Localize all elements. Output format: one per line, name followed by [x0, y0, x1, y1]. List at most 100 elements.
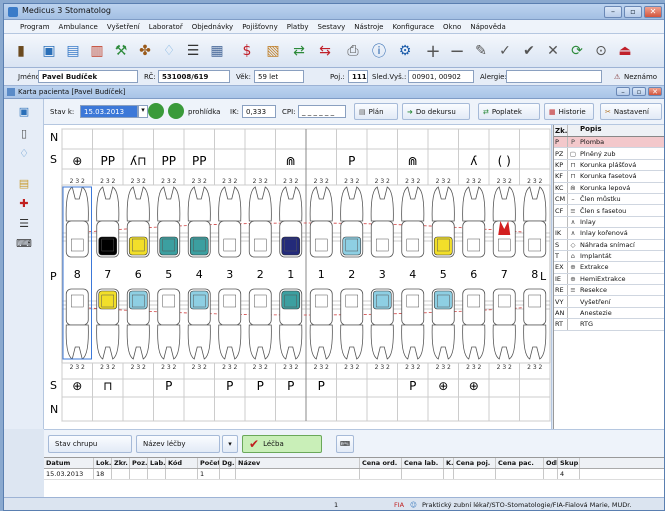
grid-header-cell[interactable]: Dg.: [220, 458, 236, 468]
list-icon[interactable]: ☰: [182, 40, 204, 62]
check-all-icon[interactable]: ✔: [518, 40, 540, 62]
grid-header-cell[interactable]: Odb.: [544, 458, 558, 468]
chart-icon[interactable]: ▥: [86, 40, 108, 62]
grid-header-cell[interactable]: Název: [236, 458, 360, 468]
exit-icon[interactable]: ⏏: [614, 40, 636, 62]
plus-red-icon[interactable]: ✚: [16, 195, 32, 211]
date-dropdown-icon[interactable]: ▾: [138, 105, 148, 118]
lines-icon[interactable]: ☰: [16, 215, 32, 231]
legend-row[interactable]: RE ≡ Resekce: [554, 285, 664, 297]
menu-okno[interactable]: Okno: [443, 23, 461, 31]
menu-objednavky[interactable]: Objednávky: [192, 23, 233, 31]
card-view-icon[interactable]: ▣: [16, 103, 32, 119]
nazev-lecby-button[interactable]: Název léčby: [136, 435, 220, 453]
legend-row[interactable]: IE ⊕ HemiExtrakce: [554, 273, 664, 286]
grid-header-cell[interactable]: Zkr.: [112, 458, 130, 468]
page-icon[interactable]: ▯: [16, 125, 32, 141]
nastaveni-button[interactable]: ✂ Nastavení: [600, 103, 662, 120]
card-close-button[interactable]: ✕: [648, 87, 662, 96]
grid-header-cell[interactable]: Datum: [44, 458, 94, 468]
legend-row[interactable]: EX ⊕ Extrakce: [554, 262, 664, 274]
grid-header-cell[interactable]: Počet: [198, 458, 220, 468]
maximize-button[interactable]: ▫: [624, 6, 642, 18]
settings-icon[interactable]: ⚙: [394, 40, 416, 62]
lecba-button[interactable]: ✔ Léčba: [242, 435, 322, 453]
cpi-field[interactable]: _ _ _ _ _ _: [298, 105, 346, 118]
legend-row[interactable]: AN Anestezie: [554, 307, 664, 320]
legend-row[interactable]: CM – Člen můstku: [554, 193, 664, 206]
invoice-icon[interactable]: $: [236, 40, 258, 62]
grid-header-cell[interactable]: Skup.: [558, 458, 580, 468]
books-icon[interactable]: ▮: [10, 40, 32, 62]
legend-row[interactable]: S ◇ Náhrada snímací: [554, 239, 664, 251]
legend-row[interactable]: T ⌂ Implantát: [554, 250, 664, 263]
report-icon[interactable]: ▧: [262, 40, 284, 62]
do-dekursu-button[interactable]: ➜ Do dekursu: [402, 103, 470, 120]
tooth-view-icon[interactable]: ♢: [16, 145, 32, 161]
green-circle-1-icon[interactable]: [148, 103, 164, 119]
grid-header-cell[interactable]: Cena lab.: [402, 458, 444, 468]
tooth-icon[interactable]: ♢: [158, 40, 180, 62]
close-button[interactable]: ✕: [644, 6, 662, 18]
dental-chart[interactable]: N S S N P L ⊕ PP ʎ⊓ PP PP ⋒ P ⋒ ʎ( ) ⊕ ⊓ P P P P P P ⊕ ⊕ 2 3 22 3…: [44, 125, 552, 429]
print-icon[interactable]: ⎙: [342, 40, 364, 62]
refresh-icon[interactable]: ⟳: [566, 40, 588, 62]
stav-chrupu-button[interactable]: Stav chrupu: [48, 435, 132, 453]
patient-name-field[interactable]: Pavel Budíček: [38, 70, 138, 83]
green-circle-2-icon[interactable]: [168, 103, 184, 119]
menu-napoveda[interactable]: Nápověda: [470, 23, 505, 31]
menu-vysetreni[interactable]: Vyšetření: [107, 23, 140, 31]
legend-row[interactable]: VY Vyšetření: [554, 296, 664, 308]
tools-icon[interactable]: ⚒: [110, 40, 132, 62]
rc-field[interactable]: 531008/619: [158, 70, 230, 83]
legend-row[interactable]: P P Plomba: [554, 137, 664, 149]
legend-row[interactable]: RT RTG: [554, 319, 664, 331]
historie-button[interactable]: ▦ Historie: [544, 103, 594, 120]
edit-icon[interactable]: ✎: [470, 40, 492, 62]
menu-laborator[interactable]: Laboratoř: [149, 23, 183, 31]
transfer-icon[interactable]: ⇄: [288, 40, 310, 62]
plan-button[interactable]: ▤ Plán: [354, 103, 398, 120]
grid-header-cell[interactable]: Cena pac.: [496, 458, 544, 468]
keyboard-icon[interactable]: ⌨: [16, 235, 32, 251]
document-icon[interactable]: ▤: [62, 40, 84, 62]
menu-nastroje[interactable]: Nástroje: [354, 23, 383, 31]
grid-header-cell[interactable]: Lok.: [94, 458, 112, 468]
info-icon[interactable]: ⓘ: [368, 40, 390, 62]
card-minimize-button[interactable]: –: [616, 87, 630, 96]
table-row[interactable]: 15.03.2013 18 1 4: [44, 469, 664, 480]
legend-row[interactable]: KC ⋒ Korunka lepová: [554, 182, 664, 194]
menu-pojistovny[interactable]: Pojišťovny: [242, 23, 278, 31]
grid-header-cell[interactable]: Lab.: [148, 458, 166, 468]
insurer-field[interactable]: 111: [348, 70, 368, 83]
poplatek-button[interactable]: ⇄ Poplatek: [478, 103, 540, 120]
menu-platby[interactable]: Platby: [287, 23, 309, 31]
menu-ambulance[interactable]: Ambulance: [59, 23, 98, 31]
grid-icon[interactable]: ▦: [206, 40, 228, 62]
legend-row[interactable]: PZ ▢ Plněný zub: [554, 148, 664, 160]
menu-sestavy[interactable]: Sestavy: [318, 23, 346, 31]
card-restore-button[interactable]: ▫: [632, 87, 646, 96]
lecba-dropdown-icon[interactable]: ▾: [222, 435, 238, 453]
legend-row[interactable]: ∧ Inlay: [554, 216, 664, 229]
card-icon[interactable]: ▣: [38, 40, 60, 62]
grid-header-cell[interactable]: Cena poj.: [454, 458, 496, 468]
grid-header-cell[interactable]: K.: [444, 458, 454, 468]
legend-row[interactable]: KF ⊓ Korunka fasetová: [554, 171, 664, 183]
transfer-red-icon[interactable]: ⇆: [314, 40, 336, 62]
grid-header-cell[interactable]: Cena ord.: [360, 458, 402, 468]
remove-icon[interactable]: −: [446, 40, 468, 62]
legend-row[interactable]: CF ≡ Člen s fasetou: [554, 205, 664, 217]
minimize-button[interactable]: –: [604, 6, 622, 18]
legend-row[interactable]: IK ∧ Inlay kořenová: [554, 228, 664, 240]
cancel-icon[interactable]: ✕: [542, 40, 564, 62]
menu-konfigurace[interactable]: Konfigurace: [392, 23, 434, 31]
puzzle-icon[interactable]: ✤: [134, 40, 156, 62]
note-icon[interactable]: ▤: [16, 175, 32, 191]
legend-row[interactable]: KP ⊓ Korunka plášťová: [554, 159, 664, 172]
grid-header-cell[interactable]: Poz.: [130, 458, 148, 468]
keyboard-bottom-icon[interactable]: ⌨: [336, 435, 354, 453]
add-icon[interactable]: +: [422, 40, 444, 62]
allergy-field[interactable]: [506, 70, 602, 83]
grid-header-cell[interactable]: Kód: [166, 458, 198, 468]
